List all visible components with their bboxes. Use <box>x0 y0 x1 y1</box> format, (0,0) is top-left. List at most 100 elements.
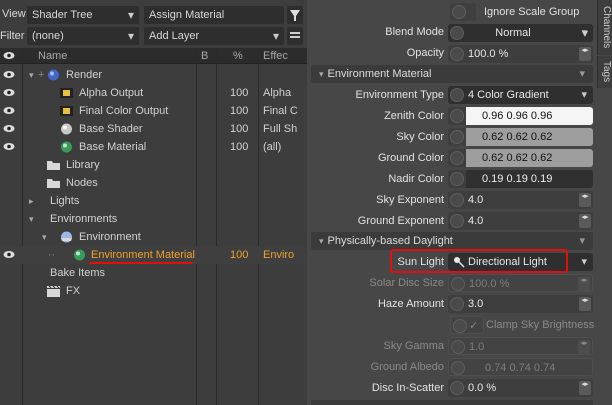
tab-channels[interactable]: Channels <box>597 0 612 55</box>
visibility-eye-icon[interactable] <box>3 124 15 133</box>
tree-row-fx[interactable]: FX <box>0 282 307 300</box>
clapper-icon <box>47 285 60 297</box>
blend-mode-dropdown[interactable]: Normal ▾ <box>448 24 593 42</box>
tree-item-label: Library <box>66 159 100 171</box>
next-section-header[interactable] <box>311 400 593 405</box>
view-dropdown[interactable]: Shader Tree <box>27 6 139 24</box>
nadir-color-swatch[interactable]: 0.19 0.19 0.19 <box>448 170 593 188</box>
tree-item-label: Environments <box>50 213 118 225</box>
blend-mode-value: Normal <box>495 27 531 39</box>
section-title: Environment Material <box>327 68 432 80</box>
zenith-color-value: 0.96 0.96 0.96 <box>466 107 593 125</box>
ground-exponent-input[interactable]: 4.0 ◂▸ <box>448 212 593 230</box>
env-type-dropdown[interactable]: 4 Color Gradient ▾ <box>448 86 593 104</box>
visibility-eye-icon[interactable] <box>3 70 15 79</box>
haze-amount-input[interactable]: 3.0 ◂▸ <box>448 295 593 313</box>
sky-exponent-label: Sky Exponent <box>376 194 444 206</box>
sky-color-value: 0.62 0.62 0.62 <box>466 128 593 146</box>
tree-item-label: Bake Items <box>50 267 106 279</box>
menu-button[interactable] <box>287 27 303 45</box>
haze-amount-label: Haze Amount <box>377 298 444 310</box>
clamp-sky-label: Clamp Sky Brightness <box>486 319 595 331</box>
tree-row-base-shader[interactable]: Base Shader 100 Full Sh <box>0 120 307 138</box>
stepper-icon[interactable]: ◂▸ <box>579 297 591 311</box>
stepper-icon[interactable]: ◂▸ <box>579 381 591 395</box>
tree-row-bake-items[interactable]: Bake Items <box>0 264 307 282</box>
col-b[interactable]: B <box>201 48 208 64</box>
visibility-eye-icon[interactable] <box>3 142 15 151</box>
tree-item-percent: 100 <box>230 141 249 153</box>
stepper-icon[interactable]: ◂▸ <box>579 214 591 228</box>
chevron-down-icon: ▾ <box>581 256 587 268</box>
col-percent[interactable]: % <box>233 48 243 64</box>
ground-color-swatch[interactable]: 0.62 0.62 0.62 <box>448 149 593 167</box>
sky-color-label: Sky Color <box>396 131 444 143</box>
section-environment-material[interactable]: ▾ Environment Material <box>311 65 593 83</box>
tree-item-label: Base Shader <box>79 123 143 135</box>
tree-row-environment[interactable]: ▾ Environment <box>0 228 307 246</box>
sky-color-swatch[interactable]: 0.62 0.62 0.62 <box>448 128 593 146</box>
sky-gamma-input[interactable]: 1.0 ◂▸ <box>448 337 593 355</box>
tree-item-effect: Full Sh <box>263 123 298 135</box>
sky-exponent-value: 4.0 <box>468 194 484 206</box>
tree-row-library[interactable]: Library <box>0 156 307 174</box>
tree-row-lights[interactable]: ▸ Lights <box>0 192 307 210</box>
stepper-icon[interactable]: ◂▸ <box>578 340 590 354</box>
tree-row-base-material[interactable]: Base Material 100 (all) <box>0 138 307 156</box>
opacity-label: Opacity <box>406 47 444 59</box>
stepper-icon[interactable]: ◂▸ <box>579 193 591 207</box>
expand-arrow-icon[interactable]: ▾ <box>42 228 47 246</box>
ignore-scale-checkbox[interactable] <box>450 3 476 21</box>
visibility-eye-icon[interactable] <box>3 88 15 97</box>
ground-albedo-value: 0.74 0.74 0.74 <box>485 362 556 374</box>
add-layer-dropdown[interactable]: Add Layer <box>144 27 284 45</box>
solar-disc-value: 100.0 % <box>469 278 510 290</box>
section-physically-based-daylight[interactable]: ▾ Physically-based Daylight <box>311 232 593 250</box>
tree-row-nodes[interactable]: Nodes <box>0 174 307 192</box>
tree-item-percent: 100 <box>230 87 249 99</box>
collapse-arrow-icon: ▾ <box>319 69 324 79</box>
tab-tags[interactable]: Tags <box>597 56 612 88</box>
nadir-color-value: 0.19 0.19 0.19 <box>466 170 593 188</box>
clamp-sky-checkbox[interactable]: ✓ <box>450 316 484 334</box>
chevron-down-icon: ▾ <box>581 89 587 101</box>
stepper-icon[interactable]: ◂▸ <box>578 277 590 291</box>
opacity-value: 100.0 % <box>468 48 509 60</box>
plus-icon: + <box>38 69 45 81</box>
menu-lines-icon <box>290 32 300 38</box>
ground-color-value: 0.62 0.62 0.62 <box>466 149 593 167</box>
expand-arrow-icon[interactable]: ▾ <box>29 66 34 84</box>
zenith-color-swatch[interactable]: 0.96 0.96 0.96 <box>448 107 593 125</box>
sky-exponent-input[interactable]: 4.0 ◂▸ <box>448 191 593 209</box>
visibility-eye-icon[interactable] <box>3 106 15 115</box>
shader-sphere-icon <box>61 123 72 135</box>
collapse-arrow-icon[interactable]: ▸ <box>29 192 34 210</box>
solar-disc-input[interactable]: 100.0 % ◂▸ <box>448 274 593 292</box>
ignore-scale-label: Ignore Scale Group <box>484 6 580 18</box>
shader-tree-panel: View Shader Tree Assign Material Filter … <box>0 0 307 405</box>
ground-albedo-swatch[interactable]: 0.74 0.74 0.74 <box>448 358 593 376</box>
nadir-color-label: Nadir Color <box>388 173 444 185</box>
filter-dropdown[interactable]: (none) <box>27 27 139 45</box>
opacity-input[interactable]: 100.0 % ◂▸ <box>448 45 593 63</box>
visibility-eye-icon[interactable] <box>3 250 15 259</box>
expand-arrow-icon[interactable]: ▾ <box>29 210 34 228</box>
col-name[interactable]: Name <box>38 48 67 64</box>
tree-item-effect: Final C <box>263 105 298 117</box>
tree-row-render[interactable]: ▾ + Render <box>0 66 307 84</box>
haze-amount-value: 3.0 <box>468 298 484 310</box>
tree-row-final-color-output[interactable]: Final Color Output 100 Final C <box>0 102 307 120</box>
tree-row-alpha-output[interactable]: Alpha Output 100 Alpha <box>0 84 307 102</box>
stepper-icon[interactable]: ◂▸ <box>579 47 591 61</box>
section-title: Physically-based Daylight <box>327 235 453 247</box>
col-effect[interactable]: Effec <box>263 48 288 64</box>
disc-in-scatter-value: 0.0 % <box>468 382 497 394</box>
tree-item-percent: 100 <box>230 123 249 135</box>
disc-in-scatter-input[interactable]: 0.0 % ◂▸ <box>448 379 593 397</box>
tree-row-environments[interactable]: ▾ Environments <box>0 210 307 228</box>
eye-icon <box>3 52 15 59</box>
filter-funnel-button[interactable] <box>287 6 303 24</box>
folder-icon <box>47 179 60 188</box>
sky-gamma-label: Sky Gamma <box>383 340 444 352</box>
assign-material-button[interactable]: Assign Material <box>144 6 284 24</box>
